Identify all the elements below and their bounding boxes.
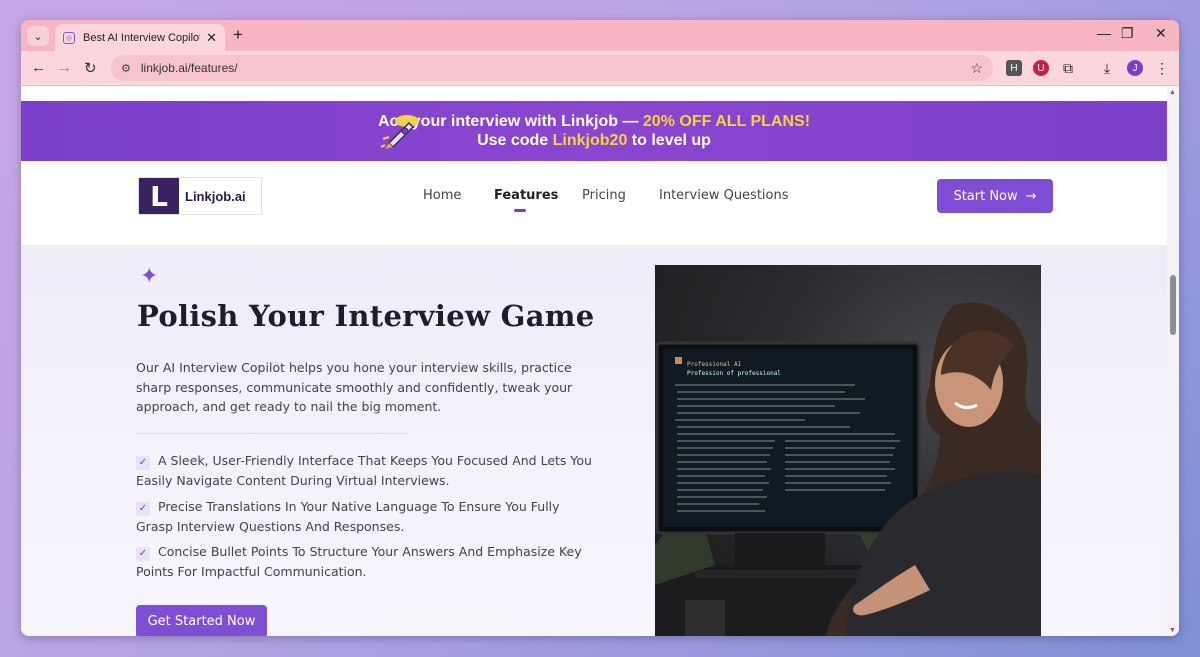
bookmark-star-icon[interactable]: ☆ (970, 60, 983, 77)
logo-mark: L (139, 178, 179, 214)
scroll-down-icon[interactable]: ▼ (1169, 627, 1176, 634)
rocket-icon (380, 115, 419, 149)
hero-description: Our AI Interview Copilot helps you hone … (136, 360, 573, 414)
feature-text: A Sleek, User-Friendly Interface That Ke… (136, 453, 592, 488)
forward-icon[interactable]: → (57, 59, 72, 76)
nav-home[interactable]: Home (423, 188, 461, 203)
start-now-label: Start Now (953, 188, 1018, 204)
divider (136, 433, 408, 434)
feature-item: ✓ A Sleek, User-Friendly Interface That K… (136, 451, 596, 491)
arrow-right-icon: → (1025, 188, 1037, 204)
tab-active[interactable]: ◎ Best AI Interview Copilot | Linkjo ✕ (55, 24, 225, 51)
back-icon[interactable]: ← (31, 59, 46, 76)
sparkle-icon: ✦ (140, 263, 159, 288)
minimize-icon[interactable]: — (1097, 25, 1111, 41)
photo-illustration: Professional AI Profession of profession… (655, 302, 1041, 636)
feature-item: ✓ Precise Translations In Your Native Lan… (136, 497, 596, 537)
nav-interview-questions[interactable]: Interview Questions (659, 188, 789, 203)
promo-line2-prefix: Use code (477, 132, 549, 149)
extension-h-icon[interactable]: H (1006, 60, 1022, 76)
chevron-down-icon: ⌄ (33, 30, 43, 43)
nav-pricing[interactable]: Pricing (582, 188, 626, 203)
scrollbar-thumb[interactable] (1170, 275, 1176, 335)
monitor-subheader: Profession of professional (687, 370, 781, 377)
address-bar[interactable]: ⚙ linkjob.ai/features/ ☆ (111, 55, 993, 81)
close-tab-icon[interactable]: ✕ (206, 30, 217, 46)
tab-search-button[interactable]: ⌄ (27, 26, 49, 46)
top-strip (21, 87, 1167, 101)
check-icon: ✓ (136, 502, 150, 516)
feature-item: ✓ Concise Bullet Points To Structure Your… (136, 542, 596, 582)
new-tab-icon[interactable]: + (233, 25, 243, 45)
check-icon: ✓ (136, 456, 150, 470)
close-window-icon[interactable]: ✕ (1155, 25, 1167, 42)
monitor-header: Professional AI (687, 361, 742, 368)
check-icon: ✓ (136, 547, 150, 561)
download-icon[interactable]: ⤓ (1099, 60, 1115, 76)
promo-text: Ace your interview with Linkjob — 20% OF… (378, 112, 810, 150)
tab-strip: ⌄ ◎ Best AI Interview Copilot | Linkjo ✕… (21, 20, 1179, 51)
promo-discount: 20% OFF ALL PLANS! (642, 113, 811, 130)
extensions-puzzle-icon[interactable]: ⧉ (1060, 60, 1076, 76)
site-header: L Linkjob.ai Home Features Pricing Inter… (21, 161, 1167, 245)
nav-features[interactable]: Features (494, 188, 558, 203)
page-scrollbar[interactable]: ▲ ▼ (1167, 87, 1179, 636)
page-viewport: Ace your interview with Linkjob — 20% OF… (21, 87, 1167, 636)
hero-title: Polish Your Interview Game (137, 299, 595, 333)
scroll-up-icon[interactable]: ▲ (1169, 89, 1176, 96)
extension-shield-icon[interactable]: U (1033, 60, 1049, 76)
browser-toolbar: ← → ↻ ⚙ linkjob.ai/features/ ☆ H U ⧉ ⤓ J… (21, 51, 1179, 86)
profile-avatar[interactable]: J (1127, 60, 1143, 76)
favicon-icon: ◎ (63, 31, 75, 44)
tab-title: Best AI Interview Copilot | Linkjo (83, 31, 201, 44)
promo-banner[interactable]: Ace your interview with Linkjob — 20% OF… (21, 101, 1167, 161)
hero-photo: Professional AI Profession of profession… (655, 265, 1041, 636)
site-info-icon[interactable]: ⚙ (121, 62, 131, 75)
site-logo[interactable]: L Linkjob.ai (138, 177, 262, 215)
nav-active-indicator (514, 209, 526, 212)
feature-text: Precise Translations In Your Native Lang… (136, 499, 560, 534)
browser-window: ⌄ ◎ Best AI Interview Copilot | Linkjo ✕… (21, 20, 1179, 636)
url-text: linkjob.ai/features/ (140, 61, 238, 75)
reload-icon[interactable]: ↻ (84, 59, 97, 77)
promo-code: Linkjob20 (552, 132, 628, 149)
feature-text: Concise Bullet Points To Structure Your … (136, 544, 582, 579)
restore-icon[interactable]: ❐ (1121, 25, 1134, 42)
menu-kebab-icon[interactable]: ⋮ (1154, 60, 1170, 76)
logo-text: Linkjob.ai (185, 188, 246, 204)
start-now-button[interactable]: Start Now → (937, 179, 1053, 213)
get-started-button[interactable]: Get Started Now (136, 605, 267, 636)
promo-line2-suffix: to level up (631, 132, 711, 149)
